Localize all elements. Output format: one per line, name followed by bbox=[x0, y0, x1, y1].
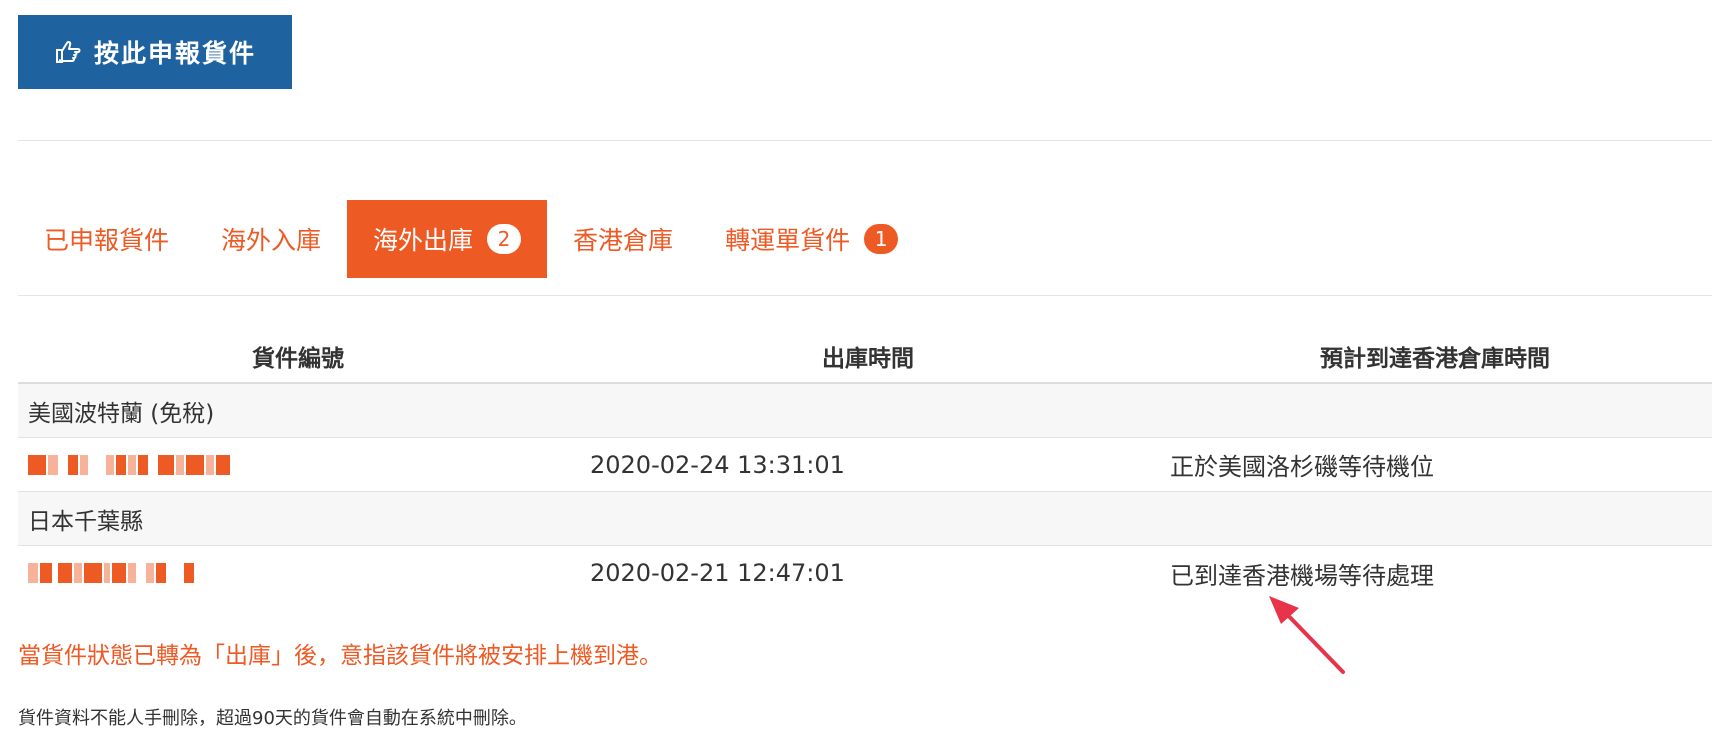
tracking-number-cell bbox=[18, 454, 578, 475]
table-row[interactable]: 2020-02-24 13:31:01 正於美國洛杉磯等待機位 bbox=[18, 438, 1712, 492]
tab-transshipment[interactable]: 轉運單貨件 1 bbox=[699, 200, 924, 278]
tab-label: 香港倉庫 bbox=[573, 226, 674, 255]
tabs-divider bbox=[18, 295, 1712, 296]
deletion-footnote: 貨件資料不能人手刪除，超過90天的貨件會自動在系統中刪除。 bbox=[18, 708, 527, 729]
tab-label: 已申報貨件 bbox=[44, 226, 170, 255]
table-header: 貨件編號 出庫時間 預計到達香港倉庫時間 bbox=[18, 336, 1712, 384]
redacted-tracking-number bbox=[28, 454, 578, 475]
eta-status-cell: 已到達香港機場等待處理 bbox=[1170, 561, 1434, 590]
shipment-tabs: 已申報貨件 海外入庫 海外出庫 2 香港倉庫 轉運單貨件 1 bbox=[18, 200, 924, 278]
outbound-notice: 當貨件狀態已轉為「出庫」後，意指該貨件將被安排上機到港。 bbox=[18, 643, 662, 669]
red-arrow-annotation bbox=[1269, 596, 1345, 674]
group-row: 美國波特蘭 (免稅) bbox=[18, 384, 1712, 438]
out-time-cell: 2020-02-24 13:31:01 bbox=[590, 450, 845, 479]
tab-hk-warehouse[interactable]: 香港倉庫 bbox=[547, 200, 699, 278]
header-tracking: 貨件編號 bbox=[252, 346, 344, 372]
tab-label: 海外入庫 bbox=[221, 226, 322, 255]
hand-pointing-icon bbox=[54, 38, 82, 66]
count-badge: 2 bbox=[487, 224, 522, 254]
tracking-number-cell bbox=[18, 563, 578, 583]
tab-label: 海外出庫 bbox=[373, 226, 474, 255]
outbound-table: 貨件編號 出庫時間 預計到達香港倉庫時間 美國波特蘭 (免稅) 2020-02-… bbox=[18, 336, 1712, 600]
tab-overseas-inbound[interactable]: 海外入庫 bbox=[195, 200, 347, 278]
tab-overseas-outbound[interactable]: 海外出庫 2 bbox=[347, 200, 548, 278]
eta-status-cell: 正於美國洛杉磯等待機位 bbox=[1170, 453, 1434, 481]
table-row[interactable]: 2020-02-21 12:47:01 已到達香港機場等待處理 bbox=[18, 546, 1712, 600]
tab-label: 轉運單貨件 bbox=[725, 226, 851, 255]
group-row: 日本千葉縣 bbox=[18, 492, 1712, 546]
declare-shipment-button[interactable]: 按此申報貨件 bbox=[18, 15, 292, 89]
redacted-tracking-number bbox=[28, 563, 578, 583]
header-eta: 預計到達香港倉庫時間 bbox=[1320, 346, 1550, 372]
out-time-cell: 2020-02-21 12:47:01 bbox=[590, 559, 845, 587]
top-divider bbox=[18, 140, 1712, 141]
header-out-time: 出庫時間 bbox=[822, 346, 914, 372]
declare-shipment-label: 按此申報貨件 bbox=[93, 40, 256, 68]
count-badge: 1 bbox=[864, 224, 899, 254]
tab-declared[interactable]: 已申報貨件 bbox=[18, 200, 195, 278]
